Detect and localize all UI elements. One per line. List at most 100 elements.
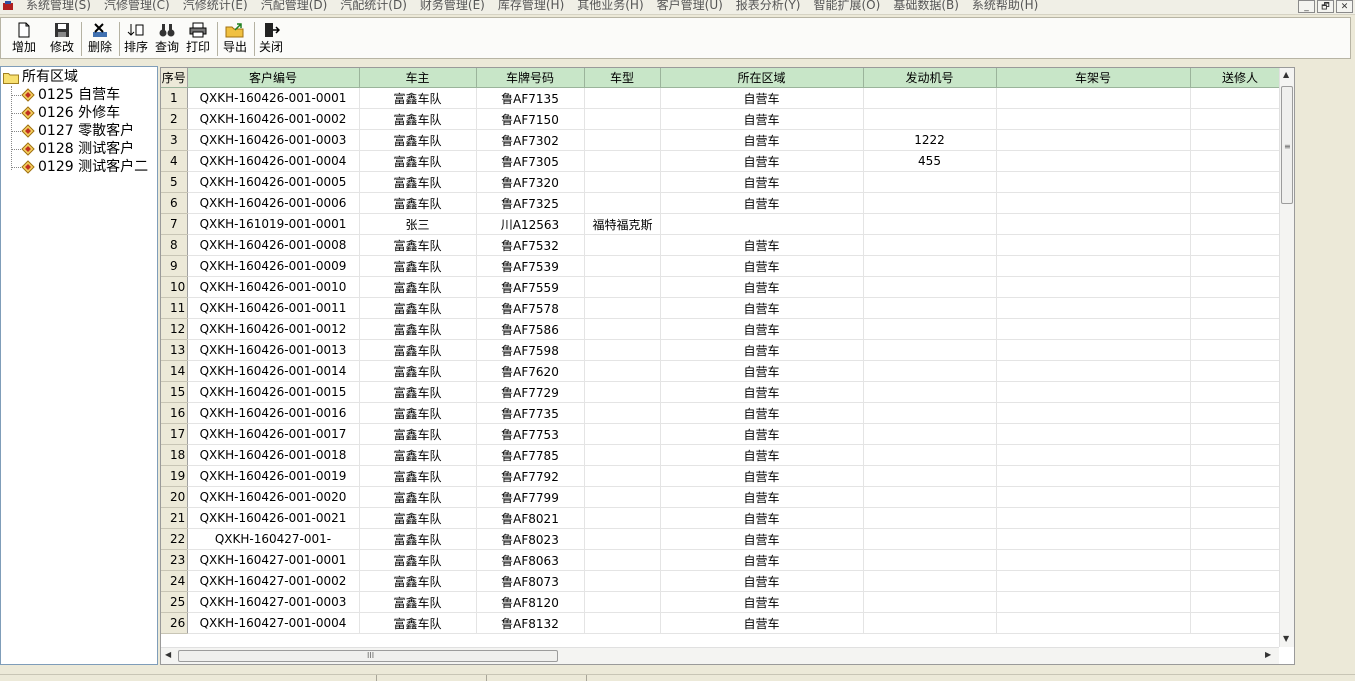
- table-cell-plate[interactable]: 鲁AF7598: [476, 339, 585, 361]
- table-cell-code[interactable]: QXKH-160426-001-0018: [187, 444, 360, 466]
- table-cell-model[interactable]: [584, 528, 661, 550]
- tree-item[interactable]: 0126 外修车: [11, 105, 120, 121]
- column-header[interactable]: 车架号: [996, 68, 1191, 88]
- table-cell-code[interactable]: QXKH-160426-001-0009: [187, 255, 360, 277]
- table-cell-area[interactable]: 自营车: [660, 171, 864, 193]
- table-cell-frame[interactable]: [996, 402, 1191, 424]
- table-cell-area[interactable]: 自营车: [660, 108, 864, 130]
- table-cell-frame[interactable]: [996, 549, 1191, 571]
- table-cell-model[interactable]: [584, 549, 661, 571]
- table-cell-code[interactable]: QXKH-160426-001-0003: [187, 129, 360, 151]
- table-cell-model[interactable]: [584, 171, 661, 193]
- table-cell-frame[interactable]: [996, 528, 1191, 550]
- column-header[interactable]: 所在区域: [660, 68, 864, 88]
- scroll-up-arrow-icon[interactable]: ▲: [1283, 70, 1289, 79]
- table-cell-frame[interactable]: [996, 213, 1191, 235]
- row-number-cell[interactable]: 15: [161, 381, 188, 403]
- table-cell-plate[interactable]: 鲁AF8023: [476, 528, 585, 550]
- table-cell-code[interactable]: QXKH-160427-001-0002: [187, 570, 360, 592]
- row-number-cell[interactable]: 19: [161, 465, 188, 487]
- row-number-cell[interactable]: 8: [161, 234, 188, 256]
- table-cell-model[interactable]: [584, 570, 661, 592]
- table-cell-plate[interactable]: 鲁AF7753: [476, 423, 585, 445]
- table-cell-frame[interactable]: [996, 255, 1191, 277]
- table-cell-plate[interactable]: 鲁AF7559: [476, 276, 585, 298]
- table-cell-model[interactable]: [584, 234, 661, 256]
- table-cell-plate[interactable]: 鲁AF7785: [476, 444, 585, 466]
- table-cell-frame[interactable]: [996, 339, 1191, 361]
- table-cell-engine[interactable]: [863, 360, 997, 382]
- table-cell-frame[interactable]: [996, 108, 1191, 130]
- table-cell-owner[interactable]: 富鑫车队: [359, 297, 477, 319]
- table-cell-code[interactable]: QXKH-160427-001-: [187, 528, 360, 550]
- table-cell-code[interactable]: QXKH-160427-001-0001: [187, 549, 360, 571]
- table-cell-area[interactable]: 自营车: [660, 150, 864, 172]
- table-cell-area[interactable]: 自营车: [660, 507, 864, 529]
- column-header[interactable]: 送修人: [1190, 68, 1291, 88]
- table-cell-plate[interactable]: 鲁AF7735: [476, 402, 585, 424]
- table-cell-owner[interactable]: 富鑫车队: [359, 612, 477, 634]
- table-cell-model[interactable]: [584, 129, 661, 151]
- table-cell-sender[interactable]: [1190, 297, 1291, 319]
- table-row[interactable]: 6 QXKH-160426-001-0006 富鑫车队 鲁AF7325 自营车: [161, 192, 1291, 214]
- row-number-cell[interactable]: 6: [161, 192, 188, 214]
- menu-item[interactable]: 系统帮助(H): [972, 0, 1038, 12]
- table-cell-frame[interactable]: [996, 507, 1191, 529]
- table-cell-sender[interactable]: [1190, 507, 1291, 529]
- menu-item[interactable]: 报表分析(Y): [736, 0, 801, 12]
- table-cell-plate[interactable]: 鲁AF8120: [476, 591, 585, 613]
- row-number-cell[interactable]: 1: [161, 87, 188, 109]
- table-cell-model[interactable]: [584, 150, 661, 172]
- table-cell-area[interactable]: 自营车: [660, 234, 864, 256]
- row-number-cell[interactable]: 14: [161, 360, 188, 382]
- menu-item[interactable]: 汽配统计(D): [340, 0, 407, 12]
- menu-item[interactable]: 汽修统计(E): [183, 0, 248, 12]
- minimize-button[interactable]: _: [1298, 0, 1315, 13]
- table-cell-plate[interactable]: 鲁AF7578: [476, 297, 585, 319]
- table-cell-code[interactable]: QXKH-160426-001-0020: [187, 486, 360, 508]
- table-cell-owner[interactable]: 富鑫车队: [359, 444, 477, 466]
- table-cell-owner[interactable]: 富鑫车队: [359, 486, 477, 508]
- table-cell-code[interactable]: QXKH-160426-001-0008: [187, 234, 360, 256]
- table-cell-model[interactable]: [584, 360, 661, 382]
- table-cell-engine[interactable]: [863, 549, 997, 571]
- row-number-cell[interactable]: 3: [161, 129, 188, 151]
- table-cell-frame[interactable]: [996, 486, 1191, 508]
- table-cell-owner[interactable]: 富鑫车队: [359, 507, 477, 529]
- table-cell-owner[interactable]: 富鑫车队: [359, 150, 477, 172]
- table-cell-frame[interactable]: [996, 570, 1191, 592]
- table-cell-engine[interactable]: [863, 402, 997, 424]
- scroll-right-arrow-icon[interactable]: ▶: [1265, 650, 1271, 659]
- menu-item[interactable]: 客户管理(U): [657, 0, 723, 12]
- row-number-cell[interactable]: 24: [161, 570, 188, 592]
- table-cell-sender[interactable]: [1190, 612, 1291, 634]
- table-row[interactable]: 7 QXKH-161019-001-0001 张三 川A12563 福特福克斯: [161, 213, 1291, 235]
- table-cell-code[interactable]: QXKH-160426-001-0015: [187, 381, 360, 403]
- table-cell-code[interactable]: QXKH-160426-001-0012: [187, 318, 360, 340]
- table-cell-plate[interactable]: 鲁AF7799: [476, 486, 585, 508]
- table-cell-engine[interactable]: 455: [863, 150, 997, 172]
- table-cell-sender[interactable]: [1190, 444, 1291, 466]
- table-cell-plate[interactable]: 鲁AF7150: [476, 108, 585, 130]
- row-number-cell[interactable]: 23: [161, 549, 188, 571]
- table-cell-plate[interactable]: 鲁AF7302: [476, 129, 585, 151]
- row-number-cell[interactable]: 20: [161, 486, 188, 508]
- table-row[interactable]: 5 QXKH-160426-001-0005 富鑫车队 鲁AF7320 自营车: [161, 171, 1291, 193]
- table-row[interactable]: 9 QXKH-160426-001-0009 富鑫车队 鲁AF7539 自营车: [161, 255, 1291, 277]
- table-cell-plate[interactable]: 鲁AF7792: [476, 465, 585, 487]
- table-cell-area[interactable]: 自营车: [660, 129, 864, 151]
- table-cell-code[interactable]: QXKH-160426-001-0004: [187, 150, 360, 172]
- menu-item[interactable]: 其他业务(H): [577, 0, 643, 12]
- table-row[interactable]: 4 QXKH-160426-001-0004 富鑫车队 鲁AF7305 自营车 455: [161, 150, 1291, 172]
- table-cell-frame[interactable]: [996, 465, 1191, 487]
- table-cell-frame[interactable]: [996, 87, 1191, 109]
- table-row[interactable]: 21 QXKH-160426-001-0021 富鑫车队 鲁AF8021 自营车: [161, 507, 1291, 529]
- menu-item[interactable]: 系统管理(S): [26, 0, 91, 12]
- column-header[interactable]: 发动机号: [863, 68, 997, 88]
- export-button[interactable]: 导出: [220, 20, 250, 58]
- table-cell-engine[interactable]: [863, 423, 997, 445]
- table-cell-owner[interactable]: 富鑫车队: [359, 192, 477, 214]
- table-row[interactable]: 15 QXKH-160426-001-0015 富鑫车队 鲁AF7729 自营车: [161, 381, 1291, 403]
- table-cell-area[interactable]: 自营车: [660, 192, 864, 214]
- menu-item[interactable]: 汽修管理(C): [104, 0, 170, 12]
